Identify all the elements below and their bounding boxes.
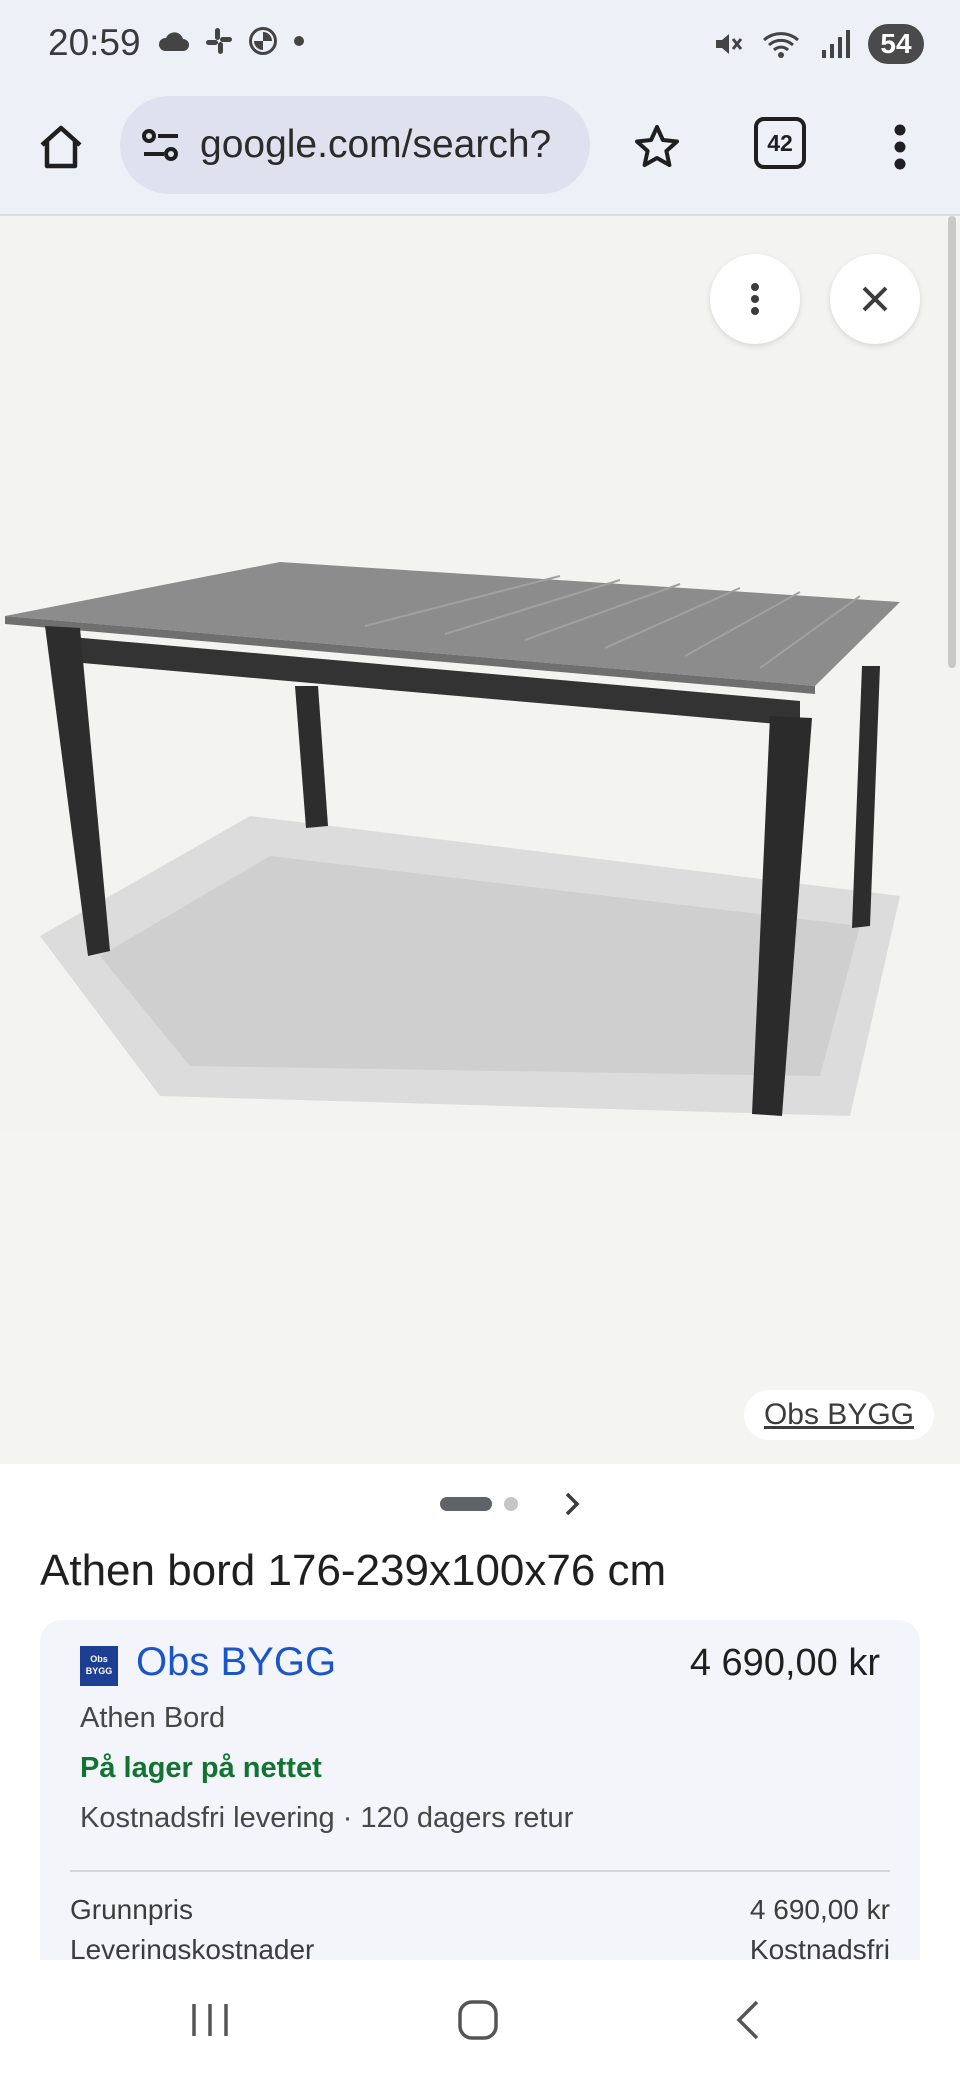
address-bar[interactable]: google.com/search? bbox=[120, 96, 590, 194]
image-source-link[interactable]: Obs BYGG bbox=[743, 1390, 934, 1440]
notification-icons bbox=[156, 26, 306, 56]
dot-icon bbox=[294, 36, 304, 46]
base-price-value: 4 690,00 kr bbox=[749, 1894, 890, 1925]
system-status-icons: 54 bbox=[712, 24, 924, 64]
system-nav-bar bbox=[0, 1960, 960, 2080]
home-button[interactable] bbox=[30, 116, 92, 178]
status-bar: 20:59 54 bbox=[0, 0, 960, 92]
slack-icon bbox=[206, 28, 232, 54]
obs-bygg-logo-icon: Obs BYGG bbox=[86, 1654, 113, 1676]
stock-status: På lager på nettet bbox=[80, 1752, 322, 1784]
image-pager bbox=[0, 1480, 960, 1528]
mute-icon bbox=[716, 34, 743, 54]
status-time: 20:59 bbox=[48, 22, 141, 63]
back-button[interactable] bbox=[708, 1990, 788, 2050]
cloud-icon bbox=[158, 32, 189, 51]
tab-switcher-button[interactable]: 42 bbox=[754, 117, 806, 169]
divider bbox=[70, 1870, 890, 1872]
pager-dot-active[interactable] bbox=[440, 1497, 492, 1511]
offer-product-name: Athen Bord bbox=[80, 1702, 226, 1734]
more-vert-icon bbox=[751, 283, 759, 315]
pager-dot[interactable] bbox=[504, 1497, 518, 1511]
svg-text:Obs: Obs bbox=[90, 1654, 108, 1664]
recents-button[interactable] bbox=[170, 1990, 250, 2050]
close-viewer-button[interactable] bbox=[830, 254, 920, 344]
home-icon bbox=[40, 125, 82, 169]
home-nav-button[interactable] bbox=[438, 1990, 518, 2050]
scrollbar[interactable] bbox=[948, 216, 956, 668]
wifi-icon bbox=[763, 32, 799, 58]
delivery-info: Kostnadsfri levering · 120 dagers retur bbox=[80, 1802, 574, 1834]
svg-text:BYGG: BYGG bbox=[86, 1666, 113, 1676]
seller-link[interactable]: Obs BYGG bbox=[136, 1640, 336, 1685]
back-icon bbox=[736, 2000, 759, 2040]
star-outline-icon bbox=[635, 125, 679, 167]
url-text: google.com/search? bbox=[200, 123, 552, 166]
tune-icon bbox=[142, 129, 178, 161]
more-vert-icon bbox=[894, 124, 906, 170]
chevron-right-icon bbox=[565, 1492, 580, 1516]
recents-icon bbox=[192, 2004, 228, 2036]
bmw-icon bbox=[249, 27, 277, 55]
battery-icon: 54 bbox=[868, 24, 924, 64]
next-image-button[interactable] bbox=[556, 1488, 588, 1520]
browser-menu-button[interactable] bbox=[870, 116, 930, 178]
product-image[interactable] bbox=[0, 216, 960, 1132]
site-settings-button[interactable] bbox=[138, 122, 184, 168]
close-icon bbox=[862, 286, 888, 312]
product-title: Athen bord 176-239x100x76 cm bbox=[40, 1546, 667, 1595]
seller-logo: Obs BYGG bbox=[80, 1646, 118, 1686]
base-price-label: Grunnpris bbox=[70, 1894, 193, 1925]
image-more-button[interactable] bbox=[710, 254, 800, 344]
browser-toolbar: google.com/search? 42 bbox=[0, 92, 960, 216]
signal-icon bbox=[822, 30, 850, 58]
home-circle-icon bbox=[458, 2000, 498, 2040]
price: 4 690,00 kr bbox=[689, 1642, 880, 1684]
bookmark-button[interactable] bbox=[626, 116, 688, 178]
image-viewer: Obs BYGG bbox=[0, 216, 960, 1464]
